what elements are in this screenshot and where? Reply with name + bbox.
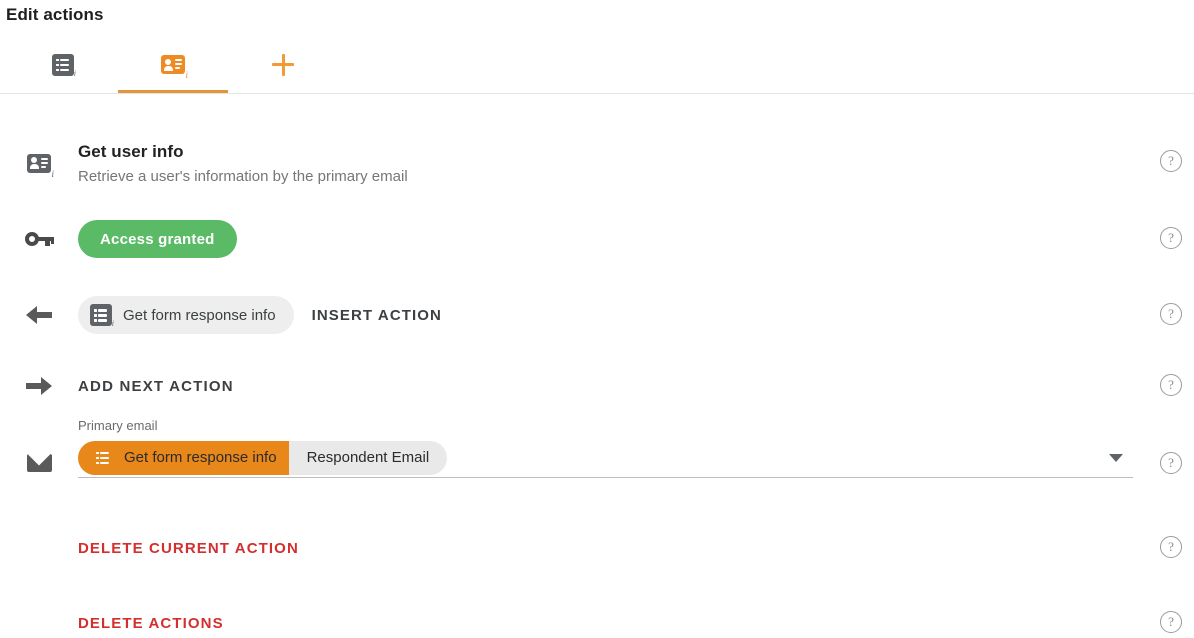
tab-add-action[interactable] [228, 36, 338, 93]
action-subtitle: Retrieve a user's information by the pri… [78, 167, 408, 185]
action-info-body: Get user info Retrieve a user's informat… [78, 142, 1194, 185]
help-icon[interactable]: ? [1160, 611, 1182, 633]
row-gutter [0, 454, 78, 472]
page-title: Edit actions [6, 5, 104, 24]
row-gutter [0, 306, 78, 324]
delete-current-body: DELETE CURRENT ACTION [78, 540, 1194, 557]
contact-card-icon: i [161, 55, 188, 80]
envelope-icon [26, 454, 52, 472]
row-access-status: Access granted ? [0, 219, 1194, 259]
help-icon[interactable]: ? [1160, 536, 1182, 558]
action-tabs: i i [0, 36, 1194, 94]
insert-action-button[interactable]: INSERT ACTION [312, 307, 442, 324]
status-badge-access-granted[interactable]: Access granted [78, 220, 237, 258]
help-icon[interactable]: ? [1160, 452, 1182, 474]
tab-indicator [8, 90, 118, 93]
help-icon[interactable]: ? [1160, 227, 1182, 249]
add-next-action-button[interactable]: ADD NEXT ACTION [78, 378, 234, 395]
contact-card-icon: i [27, 153, 54, 179]
row-delete-current-action: DELETE CURRENT ACTION ? [0, 528, 1194, 568]
token-source-label: Get form response info [124, 449, 277, 466]
token-source: i Get form response info [78, 440, 289, 475]
add-next-action-body: ADD NEXT ACTION [78, 378, 1194, 395]
row-gutter [0, 231, 78, 247]
tab-user-action[interactable]: i [118, 36, 228, 93]
arrow-right-icon [26, 377, 52, 395]
form-icon: i [90, 304, 114, 328]
delete-actions-body: DELETE ACTIONS [78, 615, 1194, 632]
row-delete-actions: DELETE ACTIONS ? [0, 603, 1194, 638]
form-icon: i [52, 53, 76, 78]
access-status-body: Access granted [78, 220, 1194, 258]
arrow-left-icon [26, 306, 52, 324]
row-gutter: i [0, 153, 78, 179]
row-insert-action: i Get form response info INSERT ACTION ? [0, 295, 1194, 335]
chip-label: Get form response info [123, 306, 276, 324]
help-icon[interactable]: ? [1160, 150, 1182, 172]
edit-actions-panel: Edit actions i i i Get user info Retriev… [0, 0, 1194, 638]
row-gutter [0, 377, 78, 395]
key-icon [25, 231, 54, 247]
action-title: Get user info [78, 141, 184, 161]
chip-get-form-response-info[interactable]: i Get form response info [78, 296, 294, 334]
row-action-info: i Get user info Retrieve a user's inform… [0, 132, 1194, 194]
tab-indicator-active [118, 90, 228, 93]
delete-actions-button[interactable]: DELETE ACTIONS [78, 615, 224, 632]
primary-email-label: Primary email [78, 418, 158, 433]
primary-email-input[interactable]: i Get form response info Respondent Emai… [78, 438, 1133, 478]
chevron-down-icon[interactable] [1109, 454, 1123, 462]
primary-email-field: Primary email i Get form response info R… [78, 418, 1133, 478]
help-icon[interactable]: ? [1160, 303, 1182, 325]
tab-form-action[interactable]: i [8, 36, 118, 93]
token-value-label: Respondent Email [288, 440, 448, 475]
insert-action-body: i Get form response info INSERT ACTION [78, 296, 1194, 334]
plus-icon [272, 53, 294, 76]
tab-indicator [228, 90, 338, 93]
token-primary-email-value[interactable]: i Get form response info Respondent Emai… [78, 440, 448, 475]
delete-current-action-button[interactable]: DELETE CURRENT ACTION [78, 540, 299, 557]
form-icon: i [92, 446, 116, 471]
row-add-next-action: ADD NEXT ACTION ? [0, 366, 1194, 406]
help-icon[interactable]: ? [1160, 374, 1182, 396]
